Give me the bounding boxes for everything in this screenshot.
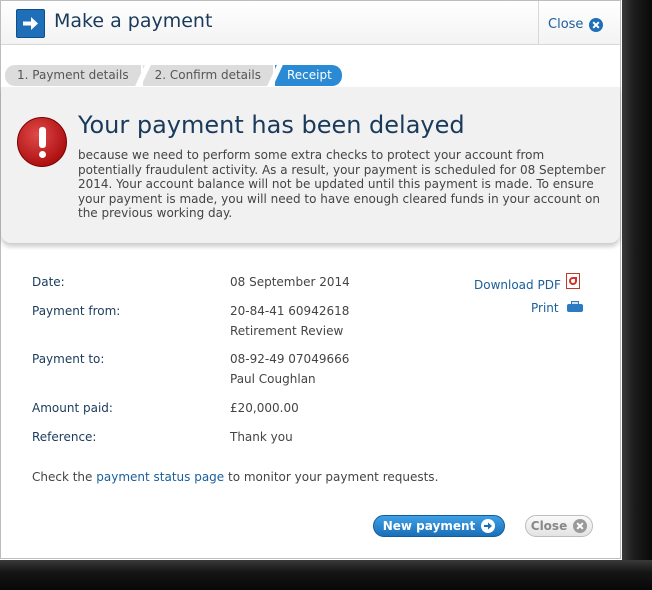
page-backdrop-right	[622, 0, 652, 590]
page-backdrop-bottom	[0, 560, 652, 590]
payment-to-name: Paul Coughlan	[230, 372, 316, 386]
payment-dialog: Make a payment Close 1. Payment details …	[0, 0, 621, 559]
alert-title: Your payment has been delayed	[78, 111, 465, 139]
new-payment-button[interactable]: New payment	[373, 515, 505, 537]
printer-icon[interactable]	[567, 301, 583, 313]
close-button-label: Close	[530, 519, 568, 533]
delay-alert-panel: Your payment has been delayed because we…	[1, 87, 620, 244]
status-line: Check the payment status page to monitor…	[32, 470, 438, 484]
close-icon	[589, 17, 604, 32]
payment-from-label: Payment from:	[32, 304, 121, 318]
new-payment-label: New payment	[382, 519, 476, 533]
payment-status-link[interactable]: payment status page	[96, 470, 224, 484]
step-receipt: Receipt	[274, 65, 342, 86]
payment-to-account: 08-92-49 07049666	[230, 352, 350, 366]
print-link[interactable]: Print	[531, 301, 559, 315]
status-line-suffix: to monitor your payment requests.	[224, 470, 439, 484]
dialog-header: Make a payment Close	[1, 1, 620, 45]
status-line-prefix: Check the	[32, 470, 97, 484]
date-value: 08 September 2014	[230, 275, 350, 289]
pdf-icon[interactable]	[566, 273, 580, 289]
amount-label: Amount paid:	[32, 401, 113, 415]
step-confirm-details: 2. Confirm details	[142, 65, 273, 86]
dialog-title: Make a payment	[54, 10, 213, 32]
payment-from-name: Retirement Review	[230, 324, 344, 338]
reference-label: Reference:	[32, 430, 97, 444]
arrow-right-icon	[16, 9, 45, 38]
progress-steps: 1. Payment details 2. Confirm details Re…	[5, 65, 344, 86]
arrow-right-circle-icon	[481, 519, 496, 533]
reference-value: Thank you	[230, 430, 293, 444]
header-close-link[interactable]: Close	[548, 17, 604, 32]
alert-message: because we need to perform some extra ch…	[78, 148, 606, 220]
exclamation-icon	[17, 117, 67, 167]
download-pdf-link[interactable]: Download PDF	[474, 278, 561, 292]
amount-value: £20,000.00	[230, 401, 299, 415]
close-button[interactable]: Close	[525, 515, 593, 537]
payment-to-label: Payment to:	[32, 352, 105, 366]
close-icon	[573, 519, 588, 533]
payment-from-account: 20-84-41 60942618	[230, 304, 350, 318]
date-label: Date:	[32, 275, 65, 289]
header-divider	[538, 1, 539, 44]
step-payment-details: 1. Payment details	[5, 65, 141, 86]
header-close-label: Close	[548, 17, 584, 32]
